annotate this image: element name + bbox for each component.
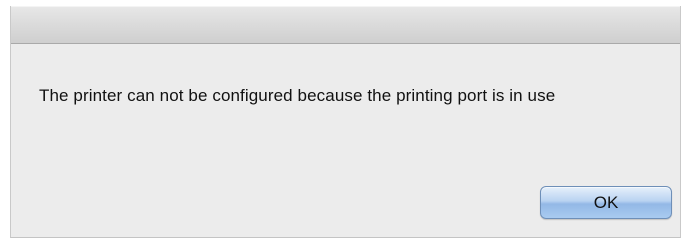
titlebar-highlight (11, 6, 680, 7)
error-message: The printer can not be configured becaus… (39, 86, 556, 105)
alert-dialog: The printer can not be configured becaus… (10, 6, 681, 238)
screenshot-frame: The printer can not be configured becaus… (0, 0, 695, 243)
dialog-content: The printer can not be configured becaus… (11, 44, 680, 237)
ok-button[interactable]: OK (540, 186, 672, 219)
dialog-titlebar[interactable] (11, 6, 680, 44)
